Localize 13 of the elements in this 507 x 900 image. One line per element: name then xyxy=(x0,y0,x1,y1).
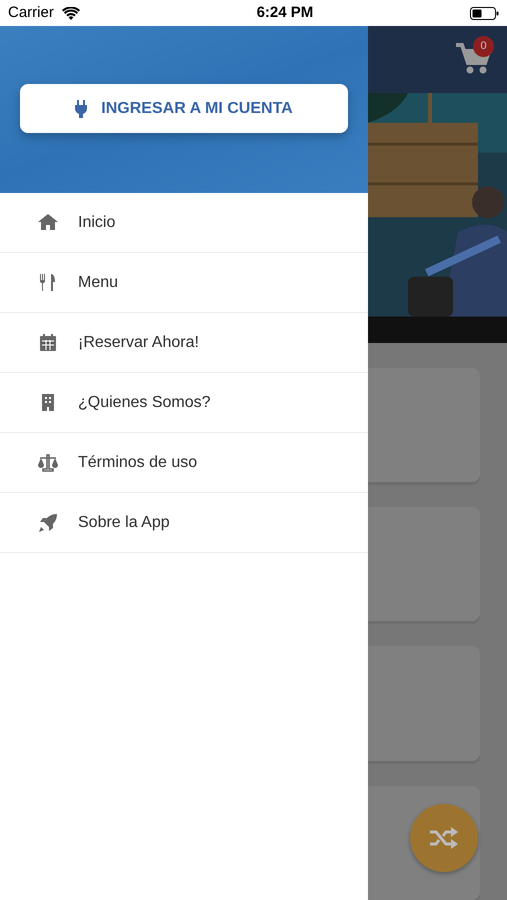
carrier-label: Carrier xyxy=(8,2,54,23)
wifi-icon xyxy=(62,6,80,20)
plug-icon xyxy=(75,100,88,118)
calendar-icon xyxy=(38,333,58,352)
shuffle-icon xyxy=(430,827,458,849)
home-icon xyxy=(38,213,58,232)
login-button[interactable]: INGRESAR A MI CUENTA xyxy=(20,84,348,133)
rocket-icon xyxy=(38,513,58,532)
fork-knife-icon xyxy=(38,273,58,292)
battery-icon xyxy=(470,6,499,20)
clock-time: 6:24 PM xyxy=(256,2,314,23)
scale-icon xyxy=(38,453,58,472)
cart-count-badge: 0 xyxy=(473,36,494,57)
